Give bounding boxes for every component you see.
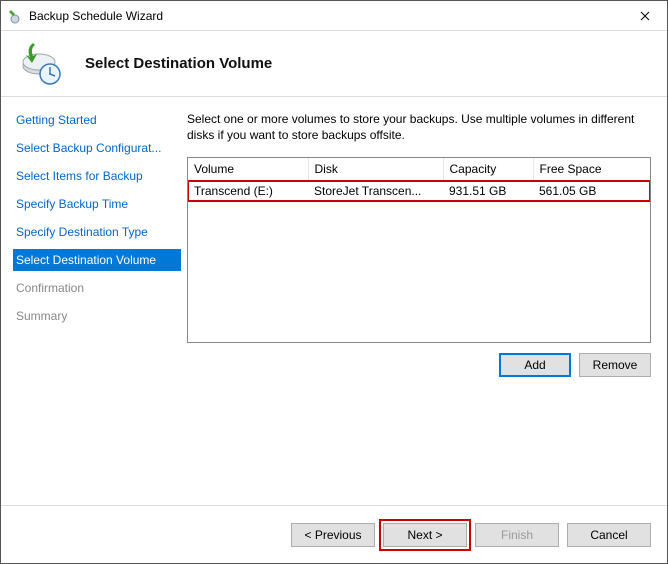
wizard-footer: < Previous Next > Finish Cancel [1, 505, 667, 563]
sidebar-step-destination-type[interactable]: Specify Destination Type [13, 221, 181, 243]
titlebar: Backup Schedule Wizard [1, 1, 667, 31]
add-button[interactable]: Add [499, 353, 571, 377]
sidebar-step-select-items[interactable]: Select Items for Backup [13, 165, 181, 187]
table-header-row: Volume Disk Capacity Free Space [188, 158, 650, 181]
cell-volume: Transcend (E:) [188, 181, 308, 202]
previous-button[interactable]: < Previous [291, 523, 375, 547]
table-buttons: Add Remove [187, 353, 651, 377]
sidebar-step-confirmation: Confirmation [13, 277, 181, 299]
sidebar-step-backup-time[interactable]: Specify Backup Time [13, 193, 181, 215]
sidebar: Getting Started Select Backup Configurat… [1, 97, 181, 505]
app-icon [7, 8, 23, 24]
table-row[interactable]: Transcend (E:) StoreJet Transcen... 931.… [188, 181, 650, 202]
volume-table[interactable]: Volume Disk Capacity Free Space Transcen… [187, 157, 651, 343]
col-free-space[interactable]: Free Space [533, 158, 650, 181]
finish-button: Finish [475, 523, 559, 547]
next-button[interactable]: Next > [383, 523, 467, 547]
close-button[interactable] [622, 1, 667, 30]
wizard-icon [17, 40, 65, 88]
wizard-window: Backup Schedule Wizard Select Destinatio… [0, 0, 668, 564]
main-panel: Select one or more volumes to store your… [181, 97, 667, 505]
sidebar-step-destination-volume[interactable]: Select Destination Volume [13, 249, 181, 271]
cell-free: 561.05 GB [533, 181, 650, 202]
wizard-header: Select Destination Volume [1, 31, 667, 97]
cell-disk: StoreJet Transcen... [308, 181, 443, 202]
col-capacity[interactable]: Capacity [443, 158, 533, 181]
sidebar-step-select-config[interactable]: Select Backup Configurat... [13, 137, 181, 159]
remove-button[interactable]: Remove [579, 353, 651, 377]
window-title: Backup Schedule Wizard [29, 9, 622, 23]
cancel-button[interactable]: Cancel [567, 523, 651, 547]
sidebar-step-getting-started[interactable]: Getting Started [13, 109, 181, 131]
col-disk[interactable]: Disk [308, 158, 443, 181]
instruction-text: Select one or more volumes to store your… [187, 111, 651, 143]
col-volume[interactable]: Volume [188, 158, 308, 181]
wizard-body: Getting Started Select Backup Configurat… [1, 97, 667, 505]
page-title: Select Destination Volume [85, 55, 272, 72]
cell-capacity: 931.51 GB [443, 181, 533, 202]
sidebar-step-summary: Summary [13, 305, 181, 327]
